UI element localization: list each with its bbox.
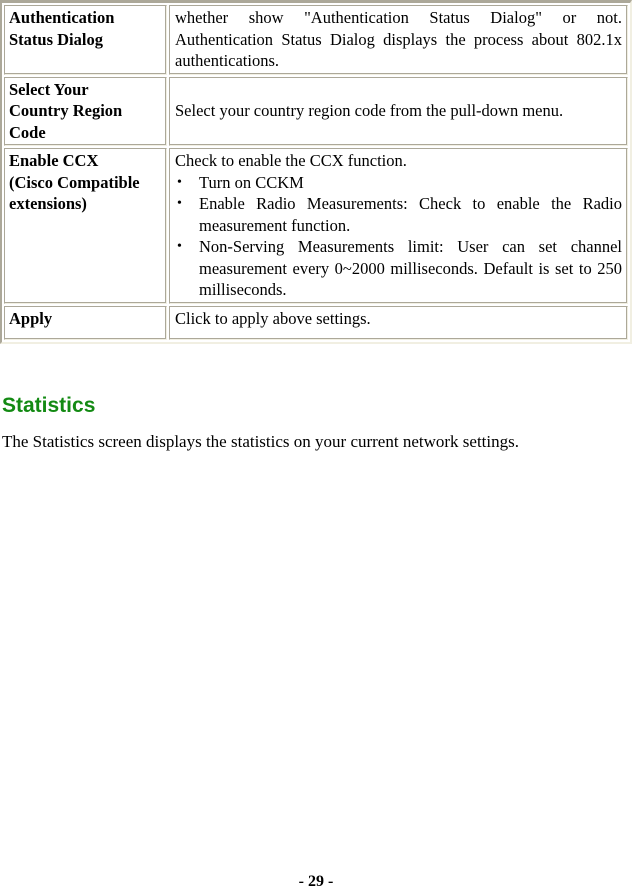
bullet-icon: • [177,239,182,254]
bullet-text: Turn on CCKM [199,172,304,192]
setting-name-cell: Apply [4,305,167,340]
bullet-list: • Turn on CCKM • Enable Radio Measuremen… [175,172,622,301]
section-paragraph: The Statistics screen displays the stati… [2,432,519,451]
bullet-item: • Turn on CCKM [175,172,622,194]
setting-name-line: Apply [9,308,53,328]
table-row-apply: Apply Click to apply above settings. [4,305,628,340]
setting-name-line: Authentication [9,8,115,27]
setting-name-line: Enable CCX [9,151,99,170]
table-row-country-region-code: Select Your Country Region Code Select y… [4,76,628,146]
setting-description-cell: whether show "Authentication Status Dial… [169,5,628,75]
table-row-authentication-status-dialog: Authentication Status Dialog whether sho… [4,5,628,75]
bullet-text: Non-Serving Measurements limit: User can… [199,237,622,299]
setting-description-cell: Select your country region code from the… [169,76,628,146]
setting-name-line: (Cisco Compatible [9,172,140,192]
setting-name-line: extensions) [9,194,87,213]
page-number: - 29 - [298,873,334,890]
setting-description-intro: Check to enable the CCX function. [175,151,407,170]
setting-name-cell: Enable CCX (Cisco Compatible extensions) [4,148,167,304]
setting-name-line: Status Dialog [9,29,103,49]
setting-name-line: Select Your [9,79,89,99]
bullet-text: Enable Radio Measurements: Check to enab… [199,194,622,235]
setting-name-line: Country Region [9,101,123,120]
bullet-icon: • [177,196,182,211]
setting-name-cell: Authentication Status Dialog [4,5,167,75]
bullet-item: • Enable Radio Measurements: Check to en… [175,193,622,236]
bullet-icon: • [177,174,182,190]
setting-name-cell: Select Your Country Region Code [4,76,167,146]
setting-name-line: Code [9,122,46,142]
setting-description-cell: Click to apply above settings. [169,305,628,340]
setting-description-cell: Check to enable the CCX function. • Turn… [169,148,628,304]
section-heading-statistics: Statistics [2,394,96,417]
table-row-enable-ccx: Enable CCX (Cisco Compatible extensions)… [4,148,628,304]
bullet-item: • Non-Serving Measurements limit: User c… [175,236,622,301]
settings-table: Authentication Status Dialog whether sho… [0,0,632,344]
